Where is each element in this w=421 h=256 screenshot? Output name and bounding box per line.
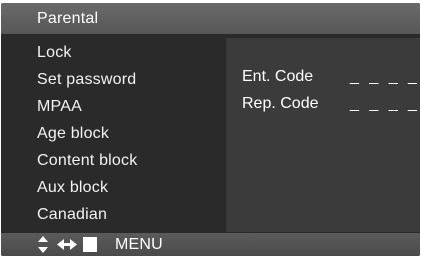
- leftright-arrow-icon: [57, 239, 77, 250]
- menu-key-label: MENU: [115, 236, 163, 253]
- repeat-code-field[interactable]: _ _ _ _: [350, 94, 420, 114]
- repeat-code-label: Rep. Code: [242, 95, 319, 112]
- repeat-code-row[interactable]: Rep. Code _ _ _ _: [242, 94, 420, 114]
- menu-item-mpaa[interactable]: MPAA: [37, 97, 82, 117]
- menu-item-aux-block[interactable]: Aux block: [37, 178, 108, 198]
- menu-item-set-password[interactable]: Set password: [37, 70, 136, 90]
- entry-code-row[interactable]: Ent. Code _ _ _ _: [242, 67, 420, 87]
- menu-title: Parental: [37, 10, 99, 27]
- menu-item-content-block[interactable]: Content block: [37, 151, 137, 171]
- stop-square-icon: [83, 237, 97, 252]
- menu-item-canadian[interactable]: Canadian: [37, 205, 107, 225]
- menu-item-lock[interactable]: Lock: [37, 43, 72, 63]
- entry-code-label: Ent. Code: [242, 68, 314, 85]
- title-bar: Parental: [1, 3, 420, 34]
- parental-osd-window: Parental Lock Set password MPAA Age bloc…: [1, 3, 420, 256]
- password-panel: Ent. Code _ _ _ _ Rep. Code _ _ _ _: [226, 38, 420, 232]
- entry-code-field[interactable]: _ _ _ _: [350, 67, 420, 87]
- menu-item-age-block[interactable]: Age block: [37, 124, 109, 144]
- updown-arrow-icon: [38, 236, 48, 253]
- footer-bar: MENU: [1, 233, 420, 256]
- parental-menu-list: Lock Set password MPAA Age block Content…: [1, 34, 222, 232]
